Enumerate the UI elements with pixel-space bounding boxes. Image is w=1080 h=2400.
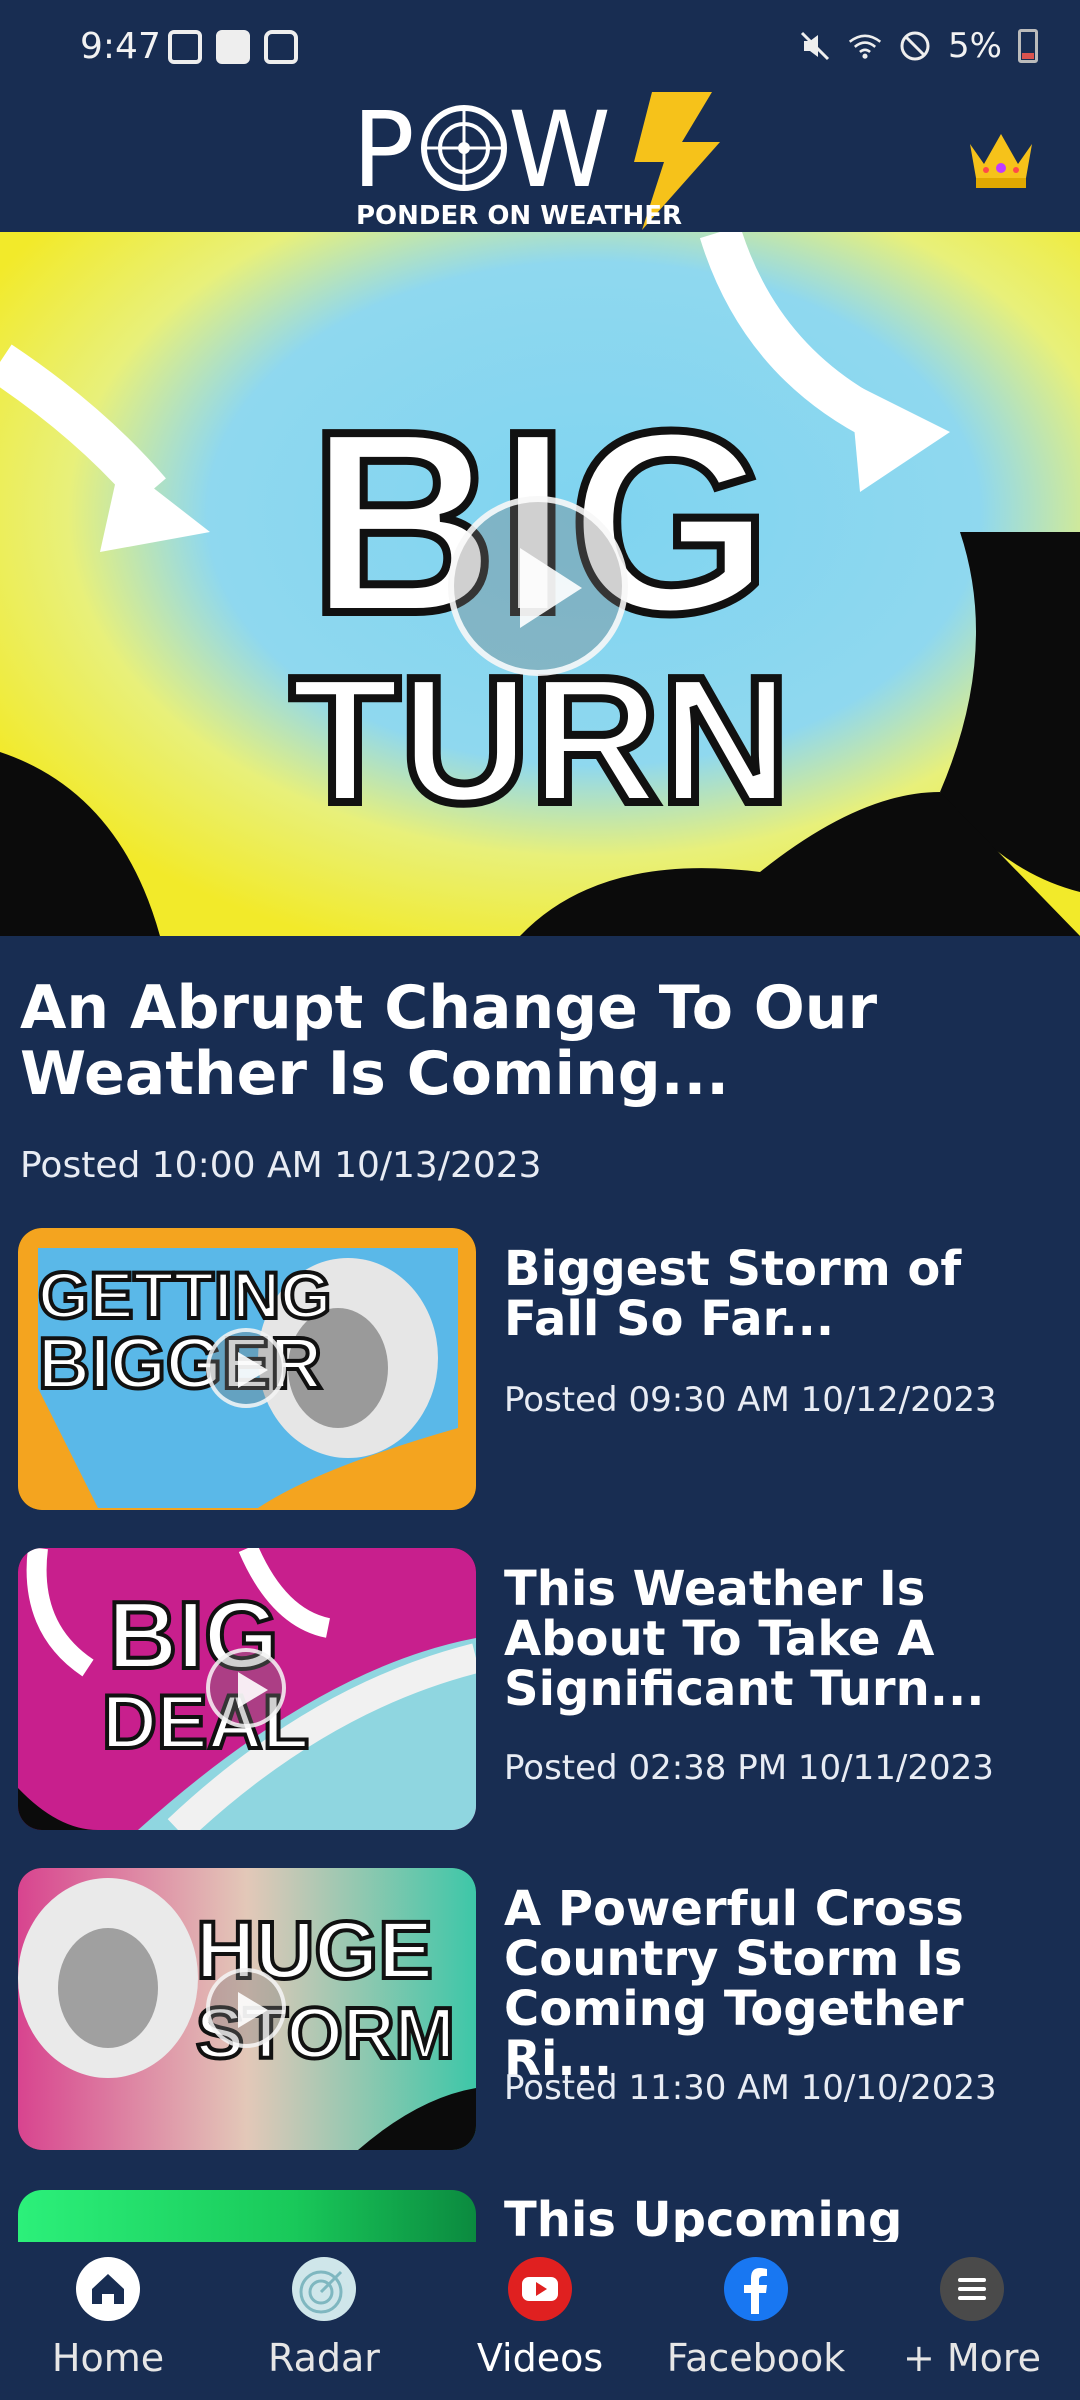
status-system-icons: 5% (798, 26, 1038, 66)
lock-icon (264, 30, 298, 64)
wifi-icon (848, 34, 882, 59)
featured-posted-date: Posted 10:00 AM 10/13/2023 (20, 1145, 542, 1186)
featured-title[interactable]: An Abrupt Change To Our Weather Is Comin… (20, 975, 1060, 1107)
status-notification-icons (168, 30, 298, 64)
nav-more[interactable]: + More (872, 2256, 1072, 2380)
nav-radar[interactable]: Radar (224, 2256, 424, 2380)
bottom-navigation: Home Radar Videos Facebook + More (0, 2242, 1080, 2400)
video-title[interactable]: Biggest Storm of Fall So Far... (504, 1244, 1064, 1344)
video-posted-date: Posted 02:38 PM 10/11/2023 (504, 1748, 994, 1788)
gallery-icon (168, 30, 202, 64)
home-icon (76, 2257, 140, 2321)
list-item[interactable]: HUGE STORM A Powerful Cross Country Stor… (0, 1868, 1080, 2152)
play-icon[interactable] (206, 1968, 286, 2048)
mute-icon (800, 31, 830, 61)
nav-label: Home (51, 2336, 165, 2380)
nav-label: Facebook (666, 2336, 846, 2380)
nav-home[interactable]: Home (8, 2256, 208, 2380)
youtube-icon (508, 2257, 572, 2321)
play-icon[interactable] (206, 1328, 286, 1408)
menu-icon (940, 2257, 1004, 2321)
logo-tagline: PONDER ON WEATHER (356, 201, 682, 231)
nav-videos[interactable]: Videos (440, 2256, 640, 2380)
facebook-icon (724, 2257, 788, 2321)
alert-icon (216, 30, 250, 64)
video-posted-date: Posted 09:30 AM 10/12/2023 (504, 1380, 997, 1420)
svg-text:W: W (508, 90, 611, 211)
crown-icon[interactable] (966, 130, 1036, 190)
play-icon[interactable] (448, 496, 628, 676)
list-item-partial[interactable]: This Upcoming (0, 2190, 1080, 2242)
nav-label: Radar (268, 2336, 380, 2380)
battery-percent: 5% (948, 26, 1002, 66)
status-time: 9:47 (80, 26, 161, 67)
video-title[interactable]: A Powerful Cross Country Storm Is Coming… (504, 1884, 1064, 2084)
thumb-text-line1: GETTING (38, 1258, 331, 1332)
nav-facebook[interactable]: Facebook (656, 2256, 856, 2380)
list-item[interactable]: GETTING BIGGER Biggest Storm of Fall So … (0, 1228, 1080, 1512)
video-thumbnail[interactable]: BIG DEAL (18, 1548, 476, 1830)
video-title[interactable]: This Upcoming (504, 2192, 902, 2242)
video-posted-date: Posted 11:30 AM 10/10/2023 (504, 2068, 997, 2108)
status-bar: 9:47 5% (0, 0, 1080, 90)
video-thumbnail[interactable]: GETTING BIGGER (18, 1228, 476, 1510)
radar-icon (292, 2257, 356, 2321)
list-item[interactable]: BIG DEAL This Weather Is About To Take A… (0, 1548, 1080, 1832)
do-not-disturb-icon (900, 31, 930, 61)
nav-label: Videos (476, 2336, 604, 2380)
app-logo[interactable]: P W PONDER ON WEATHER (352, 90, 732, 232)
svg-text:P: P (352, 90, 415, 211)
battery-icon (1018, 29, 1038, 63)
nav-label: + More (902, 2336, 1042, 2380)
video-thumbnail[interactable] (18, 2190, 476, 2242)
video-title[interactable]: This Weather Is About To Take A Signific… (504, 1564, 1064, 1714)
featured-video-thumbnail[interactable]: BIG TURN (0, 232, 1080, 936)
video-thumbnail[interactable]: HUGE STORM (18, 1868, 476, 2150)
app-header: P W PONDER ON WEATHER (0, 90, 1080, 232)
play-icon[interactable] (206, 1648, 286, 1728)
